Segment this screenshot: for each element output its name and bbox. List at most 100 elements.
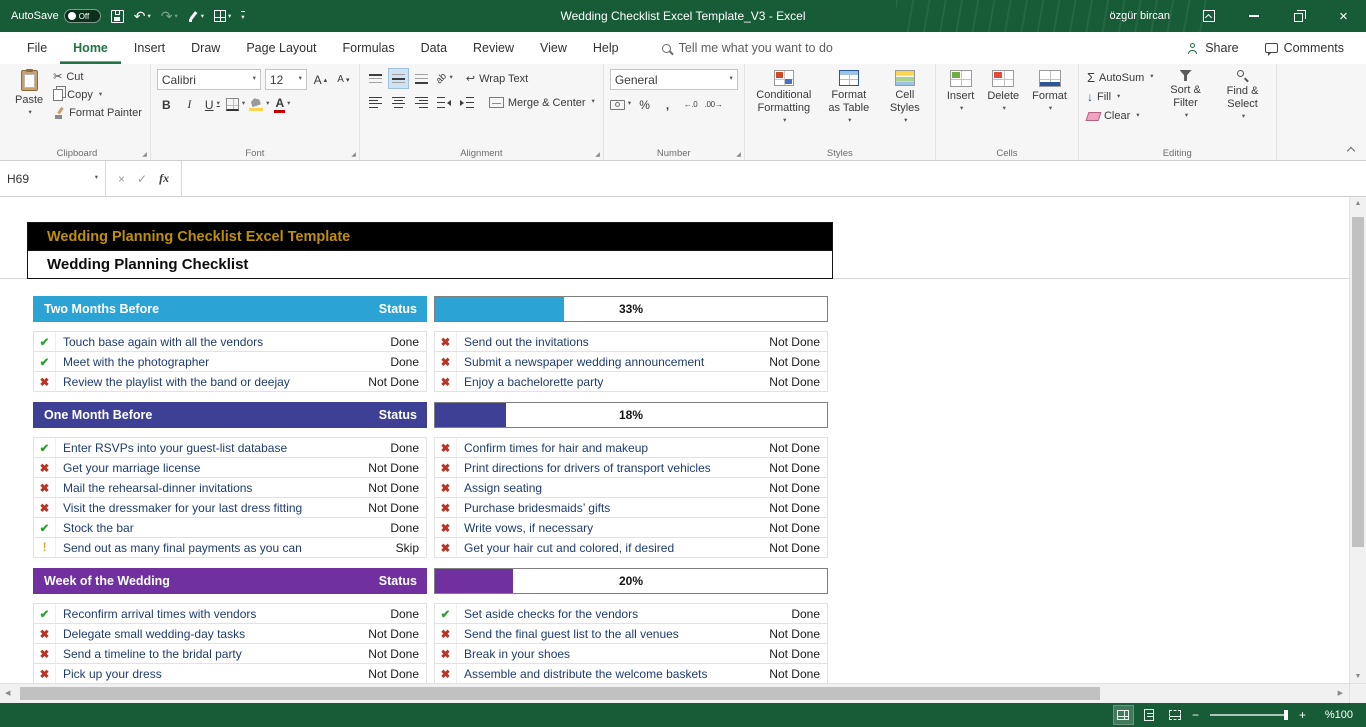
banner-subtitle-row[interactable]: Wedding Planning Checklist <box>28 250 832 278</box>
task-row[interactable]: ✖ Assemble and distribute the welcome ba… <box>435 664 827 683</box>
cut-button[interactable]: ✂ Cut <box>51 69 144 84</box>
decrease-font-size-button[interactable]: A ▾ <box>334 70 353 89</box>
scroll-right-icon[interactable]: ▶ <box>1338 689 1343 697</box>
accounting-format-button[interactable]: ▾ <box>609 95 631 114</box>
redo-button[interactable]: ↷ ▾ <box>161 9 178 23</box>
section-header[interactable]: One Month Before Status <box>33 402 427 428</box>
zoom-out-button[interactable]: − <box>1192 709 1199 721</box>
collapse-ribbon-button[interactable] <box>1347 146 1356 155</box>
task-row[interactable]: ✖ Delegate small wedding-day tasks Not D… <box>34 624 426 644</box>
share-button[interactable]: Share <box>1177 37 1248 59</box>
task-row[interactable]: ✖ Send a timeline to the bridal party No… <box>34 644 426 664</box>
scroll-down-icon[interactable]: ▼ <box>1350 673 1366 680</box>
comments-button[interactable]: Comments <box>1255 37 1354 59</box>
banner-title-row[interactable]: Wedding Planning Checklist Excel Templat… <box>28 223 832 250</box>
task-row[interactable]: ✖ Print directions for drivers of transp… <box>435 458 827 478</box>
clear-button[interactable]: Clear ▾ <box>1085 109 1156 123</box>
format-as-table-button[interactable]: Format as Table ▾ <box>820 67 878 145</box>
section-header[interactable]: Week of the Wedding Status <box>33 568 427 594</box>
paste-button[interactable]: Paste ▾ <box>10 67 48 145</box>
tab-draw[interactable]: Draw <box>178 32 233 64</box>
increase-decimal-button[interactable]: ←.0 <box>681 95 700 114</box>
font-dialog-launcher[interactable]: ◢ <box>351 152 356 158</box>
font-family-select[interactable]: Calibri ▾ <box>156 69 261 90</box>
task-row[interactable]: ✖ Get your marriage license Not Done <box>34 458 426 478</box>
zoom-slider-thumb[interactable] <box>1283 710 1288 720</box>
align-center-button[interactable] <box>389 93 408 112</box>
task-row[interactable]: ✖ Break in your shoes Not Done <box>435 644 827 664</box>
vertical-scrollbar[interactable]: ▲ ▼ <box>1349 197 1366 683</box>
task-row[interactable]: ! Send out as many final payments as you… <box>34 538 426 558</box>
task-row[interactable]: ✖ Enjoy a bachelorette party Not Done <box>435 372 827 392</box>
bold-button[interactable]: B <box>157 95 176 114</box>
alignment-dialog-launcher[interactable]: ◢ <box>595 152 600 158</box>
scroll-up-icon[interactable]: ▲ <box>1350 200 1366 207</box>
task-row[interactable]: ✔ Touch base again with all the vendors … <box>34 332 426 352</box>
normal-view-button[interactable] <box>1112 705 1134 725</box>
autosave-switch[interactable]: Off <box>63 9 101 23</box>
task-row[interactable]: ✖ Write vows, if necessary Not Done <box>435 518 827 538</box>
tab-formulas[interactable]: Formulas <box>330 32 408 64</box>
task-row[interactable]: ✖ Visit the dressmaker for your last dre… <box>34 498 426 518</box>
comma-style-button[interactable]: , <box>658 95 677 114</box>
task-row[interactable]: ✔ Meet with the photographer Done <box>34 352 426 372</box>
find-select-button[interactable]: Find & Select ▾ <box>1216 67 1270 145</box>
tab-view[interactable]: View <box>527 32 580 64</box>
close-button[interactable]: × <box>1321 0 1366 32</box>
decrease-decimal-button[interactable]: .00→ <box>704 95 723 114</box>
font-color-button[interactable]: A ▾ <box>273 95 292 114</box>
wrap-text-button[interactable]: ↩ Wrap Text <box>464 71 530 86</box>
task-row[interactable]: ✖ Review the playlist with the band or d… <box>34 372 426 392</box>
decrease-indent-button[interactable] <box>435 93 454 112</box>
vertical-scrollbar-thumb[interactable] <box>1352 217 1364 547</box>
save-button[interactable] <box>110 9 124 23</box>
section-header[interactable]: Two Months Before Status <box>33 296 427 322</box>
align-right-button[interactable] <box>412 93 431 112</box>
task-row[interactable]: ✖ Pick up your dress Not Done <box>34 664 426 683</box>
page-layout-view-button[interactable] <box>1140 706 1159 724</box>
name-box[interactable]: H69 ▾ <box>0 161 106 196</box>
copy-button[interactable]: Copy ▾ <box>51 88 144 102</box>
align-bottom-button[interactable] <box>412 69 431 88</box>
autosave-toggle[interactable]: AutoSave Off <box>11 9 101 23</box>
customize-quick-access-toolbar-button[interactable]: ▾ <box>241 11 245 21</box>
increase-font-size-button[interactable]: A ▴ <box>311 70 330 89</box>
qat-table-button[interactable]: ▾ <box>213 10 231 22</box>
undo-button[interactable]: ↶ ▾ <box>134 9 151 23</box>
zoom-level[interactable]: %100 <box>1321 709 1353 721</box>
task-row[interactable]: ✖ Get your hair cut and colored, if desi… <box>435 538 827 558</box>
qat-pen-button[interactable]: ▾ <box>188 11 204 22</box>
page-break-view-button[interactable] <box>1166 706 1185 724</box>
tab-review[interactable]: Review <box>460 32 527 64</box>
format-cells-button[interactable]: Format ▾ <box>1027 67 1072 145</box>
task-row[interactable]: ✖ Assign seating Not Done <box>435 478 827 498</box>
sort-filter-button[interactable]: Sort & Filter ▾ <box>1159 67 1213 145</box>
tab-home[interactable]: Home <box>60 32 121 64</box>
fill-color-button[interactable]: ▾ <box>249 95 269 114</box>
cell-styles-button[interactable]: Cell Styles ▾ <box>881 67 929 145</box>
number-format-select[interactable]: General ▾ <box>609 69 738 90</box>
number-dialog-launcher[interactable]: ◢ <box>736 152 741 158</box>
fill-button[interactable]: ↓ Fill ▾ <box>1085 90 1156 104</box>
delete-cells-button[interactable]: Delete ▾ <box>982 67 1024 145</box>
borders-button[interactable]: ▾ <box>225 95 245 114</box>
ribbon-display-options-button[interactable] <box>1186 0 1231 32</box>
task-row[interactable]: ✖ Purchase bridesmaids’ gifts Not Done <box>435 498 827 518</box>
align-middle-button[interactable] <box>387 68 409 89</box>
scroll-left-icon[interactable]: ◀ <box>5 689 10 697</box>
task-row[interactable]: ✖ Confirm times for hair and makeup Not … <box>435 438 827 458</box>
horizontal-scrollbar-thumb[interactable] <box>20 687 1100 700</box>
task-row[interactable]: ✔ Enter RSVPs into your guest-list datab… <box>34 438 426 458</box>
underline-button[interactable]: U ▾ <box>203 95 222 114</box>
task-row[interactable]: ✖ Send the final guest list to the all v… <box>435 624 827 644</box>
tell-me-search[interactable]: Tell me what you want to do <box>661 41 833 55</box>
align-left-button[interactable] <box>366 93 385 112</box>
tab-help[interactable]: Help <box>580 32 632 64</box>
cancel-icon[interactable]: × <box>118 172 125 186</box>
tab-file[interactable]: File <box>14 32 60 64</box>
tab-page-layout[interactable]: Page Layout <box>233 32 329 64</box>
formula-input[interactable] <box>182 161 1366 196</box>
clipboard-dialog-launcher[interactable]: ◢ <box>142 152 147 158</box>
minimize-button[interactable] <box>1231 0 1276 32</box>
account-user-name[interactable]: özgür bircan <box>1109 10 1170 22</box>
